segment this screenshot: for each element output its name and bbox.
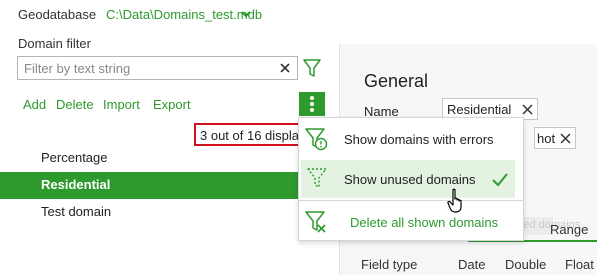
geodatabase-label: Geodatabase [18,7,97,22]
domain-count-highlight: 3 out of 16 displayed [194,123,301,146]
dot [310,96,314,100]
name-value: Residential [447,102,512,117]
domain-list-item-selected[interactable]: Residential [0,172,300,199]
domain-filter-label: Domain filter [18,36,91,51]
filter-options-menu: Show domains with errors Show unused dom… [298,117,524,241]
export-button[interactable]: Export [153,97,191,112]
remove-icon[interactable] [560,132,571,145]
menu-item-label: Delete all shown domains [350,215,499,230]
funnel-warning-icon [305,128,328,151]
remove-icon[interactable] [522,103,533,116]
menu-divider [299,200,523,201]
close-icon[interactable] [279,61,291,75]
domain-count-text: 3 out of 16 displayed [200,128,300,143]
domain-label: Test domain [41,204,112,219]
funnel-icon[interactable] [302,57,322,79]
tag-value: hot [537,131,556,146]
domain-label: Residential [41,177,111,192]
field-type-float[interactable]: Float [565,257,594,272]
menu-item-label: Show domains with errors [344,132,494,147]
tab-range[interactable]: Range [550,222,588,237]
geodatabase-path-selector[interactable]: C:\Data\Domains_test.mdb [106,7,262,22]
field-type-double[interactable]: Double [505,257,546,272]
funnel-dashed-icon [307,168,327,188]
chevron-down-icon[interactable] [240,7,252,21]
field-type-label: Field type [361,257,418,272]
section-title: General [364,71,429,91]
filter-box [17,56,298,80]
domain-label: Percentage [41,150,108,165]
menu-item-delete-shown[interactable]: Delete all shown domains [299,203,523,241]
domain-list-item[interactable]: Percentage [0,145,300,172]
checkmark-icon [492,173,508,187]
dot [310,102,314,106]
menu-item-show-unused[interactable]: Show unused domains [301,160,515,198]
filter-input[interactable] [24,60,274,77]
menu-item-show-errors[interactable]: Show domains with errors [299,120,523,158]
delete-button[interactable]: Delete [56,97,94,112]
domain-list-item[interactable]: Test domain [0,199,300,226]
more-options-button[interactable] [299,92,325,116]
field-type-date[interactable]: Date [458,257,485,272]
menu-item-label: Show unused domains [344,172,476,187]
import-button[interactable]: Import [103,97,140,112]
hand-cursor-icon [447,188,462,213]
dot [310,108,314,112]
add-button[interactable]: Add [23,97,46,112]
value-tag[interactable]: hot [534,127,576,149]
funnel-delete-icon [305,211,326,233]
